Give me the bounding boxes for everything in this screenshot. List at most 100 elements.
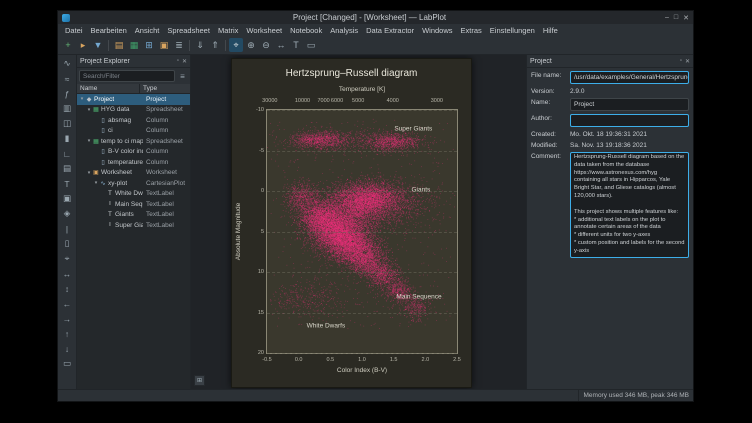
version-value: 2.9.0 [570, 87, 689, 95]
add-plot-button[interactable]: ∿ [61, 57, 74, 70]
tree-item-label: White Dwarfs [114, 190, 143, 197]
new-project-button[interactable]: + [61, 38, 75, 52]
add-info-element-button[interactable]: ◈ [61, 207, 74, 220]
add-equation-curve-button[interactable]: ƒ [61, 87, 74, 100]
zoom-select-button[interactable]: ⌖ [61, 252, 74, 265]
tree-row-xy-plot[interactable]: ▾∿xy-plotCartesianPlot [77, 178, 190, 189]
menu-einstellungen[interactable]: Einstellungen [486, 25, 539, 36]
project-properties-header[interactable]: Project ▫ ✕ [527, 55, 693, 68]
worksheet-icon: ▣ [92, 169, 100, 176]
add-barplot-button[interactable]: ▮ [61, 132, 74, 145]
tree-row-super-giants[interactable]: TSuper GiantsTextLabel [77, 220, 190, 231]
annotation-white-dwarfs[interactable]: White Dwarfs [307, 323, 346, 330]
annotation-main-sequence[interactable]: Main Sequence [396, 294, 441, 301]
plot-title[interactable]: Hertzsprung–Russell diagram [232, 68, 471, 79]
tree-row-absmag[interactable]: ▯absmagColumn [77, 115, 190, 126]
add-image-button[interactable]: ▣ [61, 192, 74, 205]
dock-close-icon[interactable]: ✕ [685, 58, 690, 65]
export-button[interactable]: ⇑ [208, 38, 222, 52]
tree-row-hyg-data[interactable]: ▾▦HYG dataSpreadsheet [77, 105, 190, 116]
worksheet-page[interactable]: Hertzsprung–Russell diagram Temperature … [231, 58, 472, 388]
tree-row-white-dwarfs[interactable]: TWhite DwarfsTextLabel [77, 189, 190, 200]
new-worksheet-button[interactable]: ▣ [157, 38, 171, 52]
shift-right-button[interactable]: → [61, 312, 74, 325]
temperature-axis-label[interactable]: Temperature [K] [266, 86, 458, 93]
add-reference-line-button[interactable]: | [61, 222, 74, 235]
tree-header-name[interactable]: Name [77, 84, 140, 93]
project-explorer-header[interactable]: Project Explorer ▫ ✕ [77, 55, 190, 68]
menu-windows[interactable]: Windows [418, 25, 456, 36]
save-project-button[interactable]: ▼ [91, 38, 105, 52]
tree-row-worksheet[interactable]: ▾▣WorksheetWorksheet [77, 168, 190, 179]
author-input[interactable] [570, 114, 689, 127]
maximize-icon[interactable]: □ [674, 14, 678, 22]
menu-spreadsheet[interactable]: Spreadsheet [163, 25, 214, 36]
menu-worksheet[interactable]: Worksheet [242, 25, 286, 36]
menu-matrix[interactable]: Matrix [214, 25, 242, 36]
minimize-icon[interactable]: – [665, 14, 669, 22]
dock-close-icon[interactable]: ✕ [182, 58, 187, 65]
dock-float-icon[interactable]: ▫ [680, 58, 682, 64]
menu-datei[interactable]: Datei [61, 25, 87, 36]
file-name-input[interactable]: /usr/data/examples/General/Hertzsprung-R… [570, 71, 689, 84]
add-text-label-button[interactable]: T [289, 38, 303, 52]
menu-extras[interactable]: Extras [457, 25, 486, 36]
add-legend-button[interactable]: ▤ [61, 162, 74, 175]
worksheet-view[interactable]: Hertzsprung–Russell diagram Temperature … [191, 55, 526, 389]
menu-ansicht[interactable]: Ansicht [131, 25, 164, 36]
select-mode-button[interactable]: ⌖ [229, 38, 243, 52]
menu-data-extractor[interactable]: Data Extractor [362, 25, 418, 36]
filter-options-icon[interactable]: ≡ [177, 71, 188, 82]
tree-row-project[interactable]: ▾◆ProjectProject [77, 94, 190, 105]
menu-hilfe[interactable]: Hilfe [539, 25, 562, 36]
annotation-giants[interactable]: Giants [411, 187, 430, 194]
zoom-out-button[interactable]: ⊖ [259, 38, 273, 52]
view-corner-button[interactable]: ⊞ [194, 375, 205, 386]
add-curve-button[interactable]: ≈ [61, 72, 74, 85]
add-histogram-button[interactable]: ▥ [61, 102, 74, 115]
zoom-y-button[interactable]: ↕ [61, 282, 74, 295]
tree-row-main-sequence[interactable]: TMain SequenceTextLabel [77, 199, 190, 210]
shift-up-button[interactable]: ↑ [61, 327, 74, 340]
close-icon[interactable]: ✕ [683, 14, 689, 22]
tree-row-temp-to-ci-mapping[interactable]: ▾▦temp to ci mappingSpreadsheet [77, 136, 190, 147]
project-explorer-title: Project Explorer [80, 58, 174, 65]
new-notebook-button[interactable]: ≣ [172, 38, 186, 52]
new-spreadsheet-button[interactable]: ▦ [127, 38, 141, 52]
menu-notebook[interactable]: Notebook [286, 25, 326, 36]
shift-left-button[interactable]: ← [61, 297, 74, 310]
plot-area[interactable]: Absolute Magnitude -10-505101520-0.50.00… [266, 109, 458, 354]
comment-textarea[interactable]: Hertzsprung-Russell diagram based on the… [570, 152, 689, 258]
add-reference-range-button[interactable]: ▯ [61, 237, 74, 250]
auto-scale-button[interactable]: ▭ [61, 357, 74, 370]
shift-down-button[interactable]: ↓ [61, 342, 74, 355]
import-file-button[interactable]: ⇓ [193, 38, 207, 52]
add-text-label-button-left[interactable]: T [61, 177, 74, 190]
temperature-tick-label: 30000 [262, 98, 277, 104]
tree-header[interactable]: Name Type [77, 84, 190, 94]
title-bar[interactable]: Project [Changed] - [Worksheet] — LabPlo… [58, 11, 693, 24]
tree-item-label: xy-plot [107, 180, 127, 187]
open-project-button[interactable]: ▸ [76, 38, 90, 52]
new-matrix-button[interactable]: ⊞ [142, 38, 156, 52]
search-input[interactable]: Search/Filter [79, 70, 175, 82]
tree-row-temperature[interactable]: ▯temperatureColumn [77, 157, 190, 168]
tree-row-giants[interactable]: TGiantsTextLabel [77, 210, 190, 221]
name-input[interactable]: Project [570, 98, 689, 111]
new-folder-button[interactable]: ▤ [112, 38, 126, 52]
x-axis-label[interactable]: Color Index (B-V) [266, 367, 458, 374]
menu-bearbeiten[interactable]: Bearbeiten [87, 25, 131, 36]
zoom-in-button[interactable]: ⊕ [244, 38, 258, 52]
annotation-super-giants[interactable]: Super Giants [394, 126, 432, 133]
zoom-x-button[interactable]: ↔ [61, 267, 74, 280]
tree-header-type[interactable]: Type [140, 84, 190, 93]
add-axis-button[interactable]: ∟ [61, 147, 74, 160]
tree-row-ci[interactable]: ▯ciColumn [77, 126, 190, 137]
pan-mode-button[interactable]: ↔ [274, 38, 288, 52]
dock-float-icon[interactable]: ▫ [177, 58, 179, 64]
menu-analysis[interactable]: Analysis [326, 25, 362, 36]
fit-to-page-button[interactable]: ▭ [304, 38, 318, 52]
add-boxplot-button[interactable]: ◫ [61, 117, 74, 130]
toolbar-separator [225, 40, 226, 51]
tree-row-b-v-color-index[interactable]: ▯B-V color indexColumn [77, 147, 190, 158]
